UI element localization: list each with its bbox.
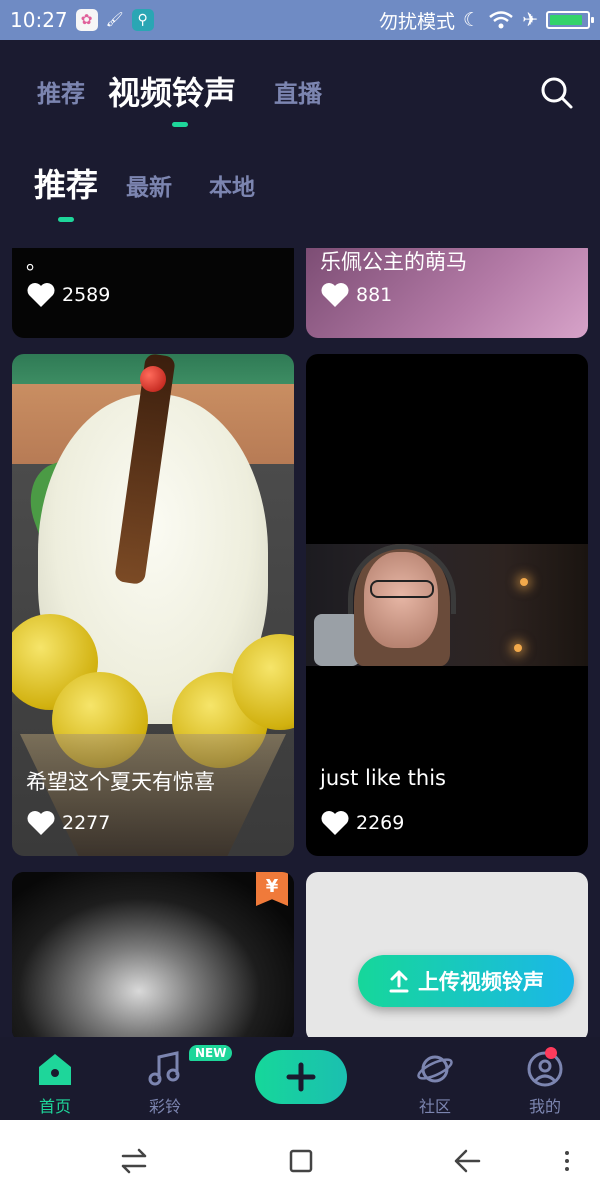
video-card[interactable]: 乐佩公主的萌马 881: [306, 248, 588, 338]
plus-icon: [286, 1062, 316, 1092]
video-card[interactable]: ¥: [12, 872, 294, 1038]
status-bar: 10:27 ✿ 🖌 ⚲ 勿扰模式 ☾ ✈: [0, 0, 600, 40]
app-notification-icon: ✿: [75, 9, 98, 31]
nav-community[interactable]: 社区: [395, 1049, 475, 1117]
card-likes[interactable]: 2269: [320, 810, 404, 836]
berry-illustration: [140, 366, 166, 392]
subtab-latest[interactable]: 最新: [126, 168, 172, 202]
menu-icon[interactable]: [552, 1146, 582, 1176]
nav-me-label: 我的: [528, 1097, 561, 1116]
nav-ringtone-label: 彩铃: [148, 1097, 181, 1116]
tab-recommend[interactable]: 推荐: [37, 74, 85, 109]
top-tab-bar: 推荐 视频铃声 直播: [0, 40, 600, 140]
usb-icon: ⚲: [131, 9, 154, 31]
create-button[interactable]: [255, 1050, 347, 1104]
clean-notification-icon: 🖌: [105, 12, 124, 28]
home-icon: [39, 1054, 71, 1085]
subtab-recommend[interactable]: 推荐: [34, 160, 98, 206]
wifi-icon: [489, 11, 513, 29]
card-title: 。: [26, 250, 47, 274]
nav-community-label: 社区: [418, 1097, 451, 1116]
heart-icon: [27, 811, 55, 835]
switch-icon[interactable]: [119, 1146, 149, 1176]
square-icon[interactable]: [286, 1146, 316, 1176]
video-frame: [306, 544, 588, 666]
card-title: just like this: [320, 766, 446, 790]
card-likes[interactable]: 881: [320, 282, 392, 308]
nav-home[interactable]: 首页: [15, 1049, 95, 1117]
active-tab-indicator: [172, 122, 188, 127]
sub-tab-bar: 推荐 最新 本地: [0, 140, 600, 240]
active-subtab-indicator: [58, 217, 74, 222]
like-count: 881: [356, 284, 393, 306]
tab-video-ringtone[interactable]: 视频铃声: [108, 68, 236, 114]
headphone-illustration: [348, 544, 456, 614]
dnd-label: 勿扰模式: [379, 10, 456, 33]
subtab-local[interactable]: 本地: [209, 168, 255, 202]
planet-icon: [417, 1055, 453, 1083]
dragon-illustration: [12, 872, 294, 1038]
video-grid: 。 2589 乐佩公主的萌马 881 希望这个夏天有惊喜 2277 just l…: [0, 248, 600, 1038]
airplane-icon: ✈: [522, 9, 538, 31]
nav-home-label: 首页: [38, 1097, 71, 1116]
lamp-light: [520, 578, 528, 586]
tab-live[interactable]: 直播: [274, 74, 322, 109]
video-card[interactable]: 。 2589: [12, 248, 294, 338]
card-title: 希望这个夏天有惊喜: [26, 770, 215, 794]
search-icon[interactable]: [540, 76, 574, 110]
card-likes[interactable]: 2589: [26, 282, 110, 308]
moon-icon: ☾: [463, 9, 481, 31]
nav-me[interactable]: 我的: [505, 1049, 585, 1117]
heart-icon: [321, 811, 349, 835]
status-time: 10:27: [10, 8, 68, 32]
upload-icon: [389, 970, 409, 993]
like-count: 2269: [356, 812, 405, 834]
like-count: 2589: [62, 284, 111, 306]
battery-icon: [546, 11, 594, 29]
back-icon[interactable]: [452, 1146, 482, 1176]
lamp-light: [514, 644, 522, 652]
heart-icon: [27, 283, 55, 307]
video-card[interactable]: 希望这个夏天有惊喜 2277: [12, 354, 294, 856]
music-note-icon: [148, 1051, 180, 1086]
heart-icon: [321, 283, 349, 307]
card-title: 乐佩公主的萌马: [320, 250, 467, 274]
upload-video-ringtone-button[interactable]: 上传视频铃声: [358, 955, 574, 1007]
system-nav-bar: [0, 1120, 600, 1200]
card-likes[interactable]: 2277: [26, 810, 110, 836]
new-badge: NEW: [189, 1045, 233, 1061]
upload-button-label: 上传视频铃声: [418, 970, 544, 994]
notification-dot: [545, 1047, 557, 1059]
video-card[interactable]: just like this 2269: [306, 354, 588, 856]
like-count: 2277: [62, 812, 111, 834]
